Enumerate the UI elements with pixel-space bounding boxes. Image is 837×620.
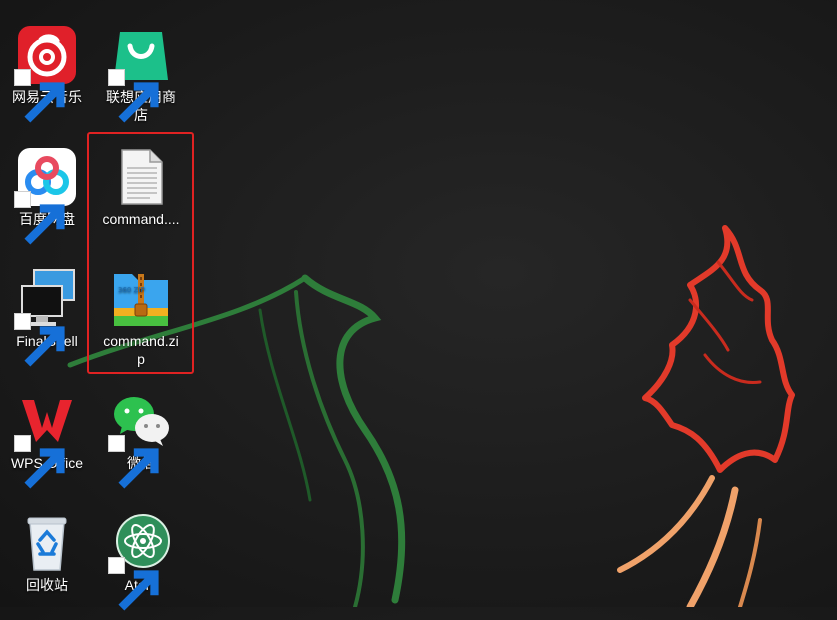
icon-label: 回收站 — [26, 577, 68, 593]
desktop-icon-lenovo-app-store[interactable]: 联想应用商店 — [98, 24, 184, 124]
desktop-icon-atom[interactable]: Atom — [98, 512, 184, 611]
shortcut-arrow-icon — [14, 313, 65, 367]
shortcut-arrow-icon — [108, 69, 159, 123]
desktop-icon-finalshell[interactable]: FinalShell — [4, 268, 90, 367]
shortcut-arrow-icon — [108, 435, 159, 489]
desktop-icon-recycle-bin[interactable]: 回收站 — [4, 512, 90, 594]
recycle-bin-icon — [27, 517, 67, 571]
desktop-icon-wps-office[interactable]: WPS Office — [4, 390, 90, 489]
shortcut-arrow-icon — [14, 191, 65, 245]
shortcut-arrow-icon — [14, 435, 65, 489]
desktop-icon-netease-music[interactable]: 网易云音乐 — [4, 24, 90, 123]
desktop-icon-wechat[interactable]: 微信 — [98, 390, 184, 489]
desktop-icon-baidu-netdisk[interactable]: 百度网盘 — [4, 146, 90, 245]
shortcut-arrow-icon — [108, 557, 159, 611]
selection-highlight — [87, 132, 194, 374]
shortcut-arrow-icon — [14, 69, 65, 123]
